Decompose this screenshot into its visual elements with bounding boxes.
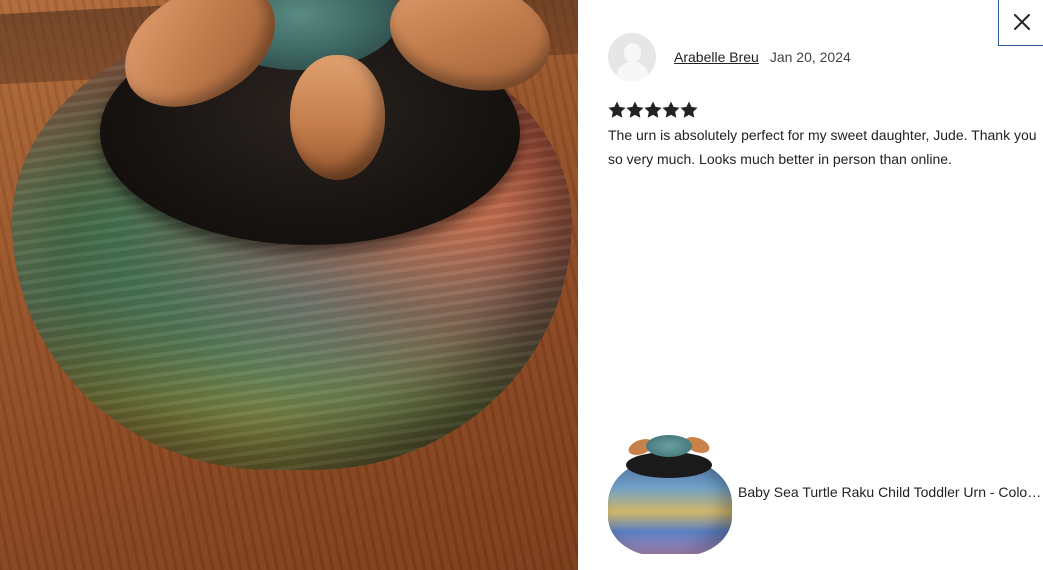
turtle-head <box>290 55 385 180</box>
avatar-head <box>624 43 641 63</box>
review-date: Jan 20, 2024 <box>769 49 851 65</box>
review-text: The urn is absolutely perfect for my swe… <box>608 127 1037 167</box>
avatar-shoulders <box>617 62 648 81</box>
product-turtle-shell <box>646 435 692 457</box>
reviewer-name-link[interactable]: Arabelle Breu <box>674 49 759 65</box>
close-icon <box>1014 14 1030 30</box>
review-photo <box>0 0 578 570</box>
product-thumbnail[interactable] <box>608 430 732 554</box>
product-title[interactable]: Baby Sea Turtle Raku Child Toddler Urn -… <box>738 484 1043 500</box>
product-link[interactable]: Baby Sea Turtle Raku Child Toddler Urn -… <box>608 430 1043 554</box>
star-icon <box>608 101 626 119</box>
star-icon <box>644 101 662 119</box>
star-icon <box>662 101 680 119</box>
reviewer-header: Arabelle Breu Jan 20, 2024 <box>608 33 851 81</box>
close-button[interactable] <box>998 0 1043 46</box>
star-icon <box>680 101 698 119</box>
avatar <box>608 33 656 81</box>
star-rating <box>608 101 698 119</box>
star-icon <box>626 101 644 119</box>
